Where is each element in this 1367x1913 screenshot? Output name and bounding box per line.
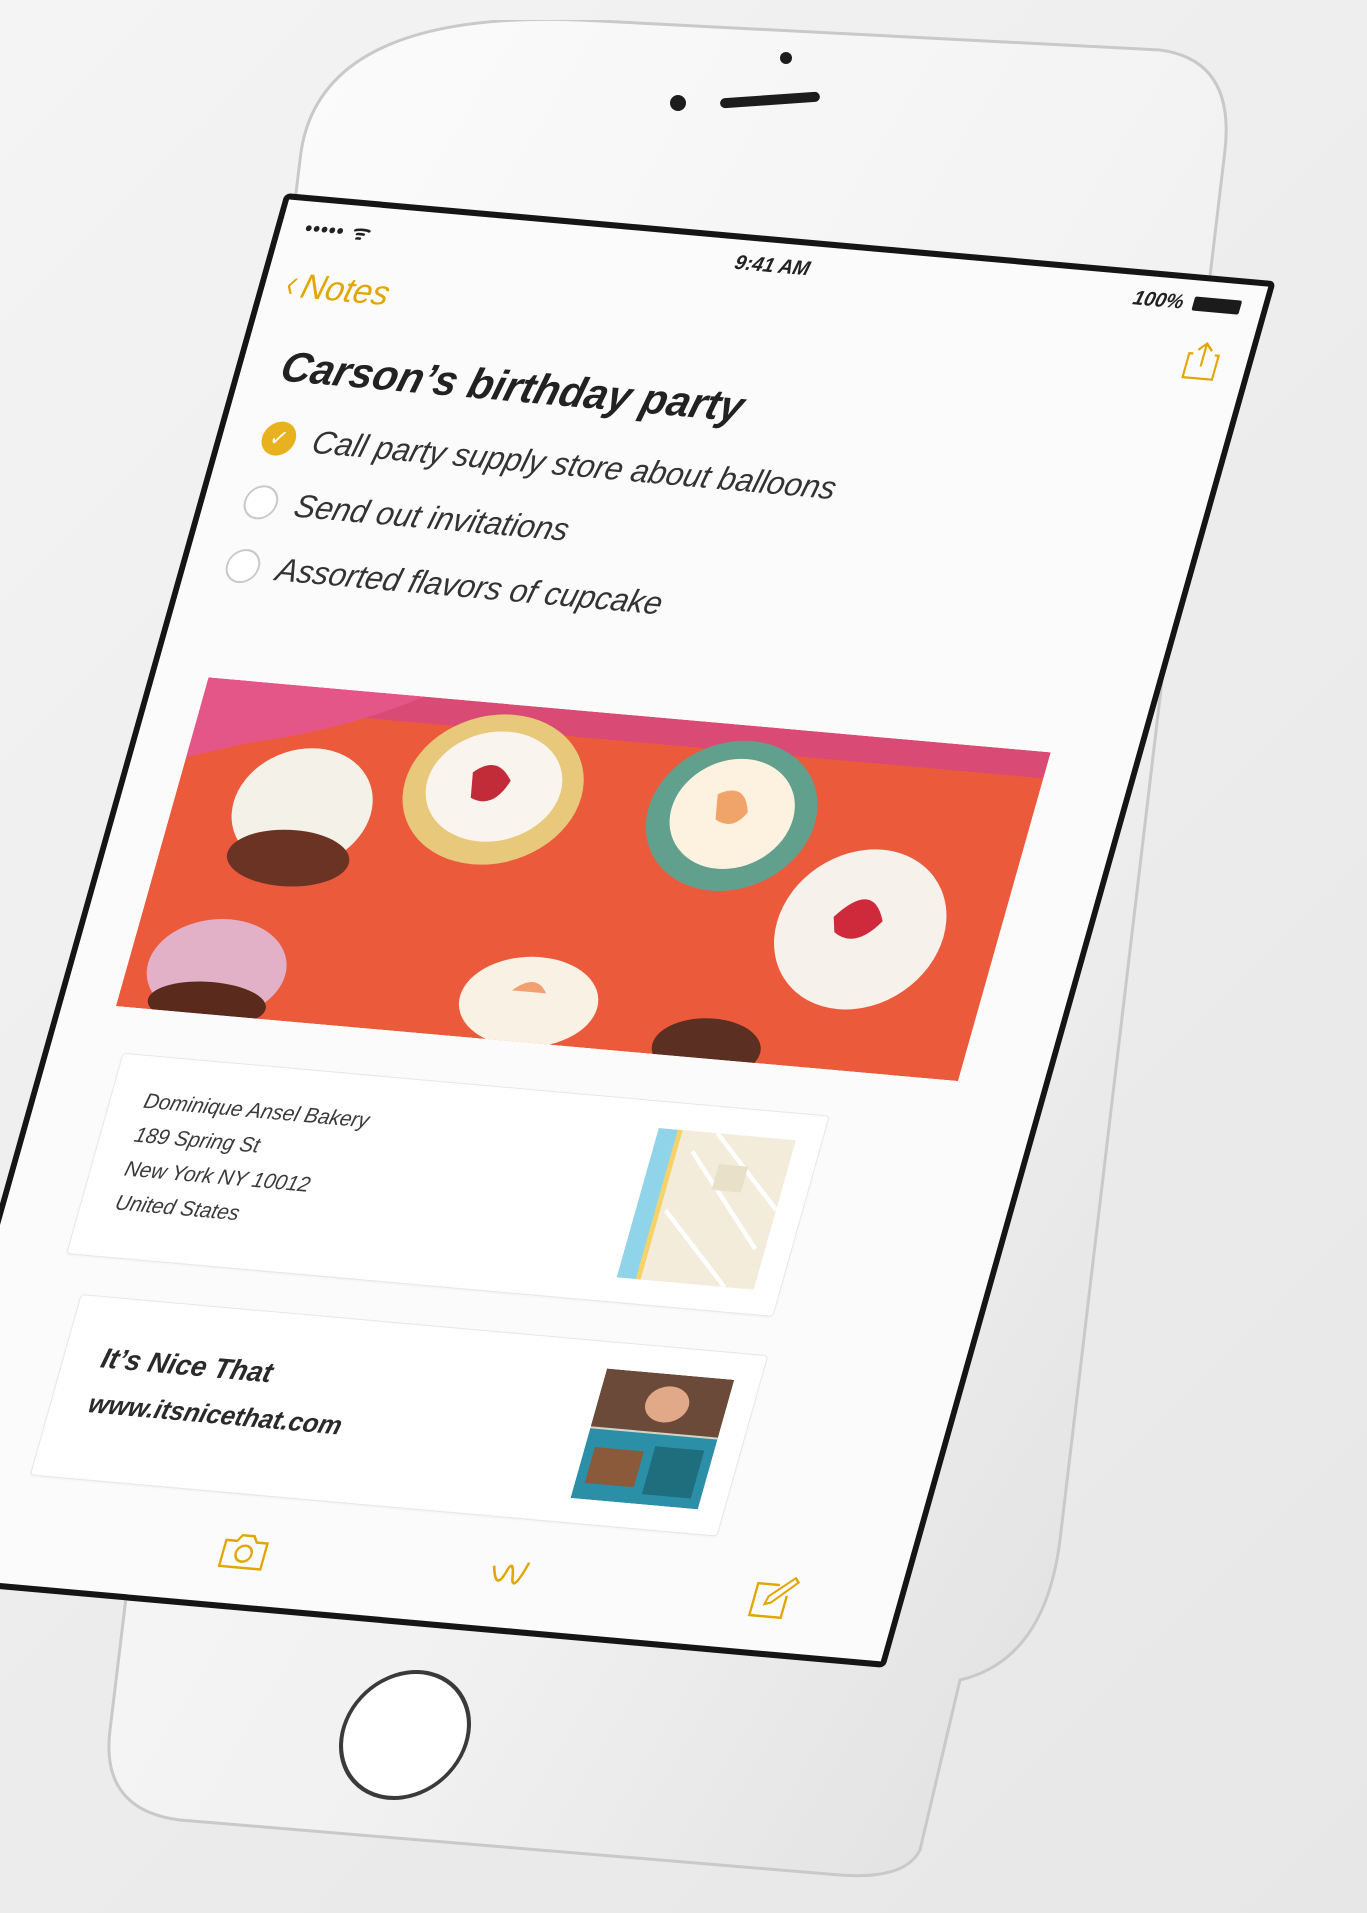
front-camera [670, 95, 686, 111]
share-icon[interactable] [1180, 339, 1225, 382]
location-card[interactable]: Dominique Ansel Bakery 189 Spring St New… [66, 1052, 830, 1317]
cupcakes-photo[interactable] [115, 677, 1051, 1082]
link-url[interactable]: www.itsnicethat.com [85, 1388, 346, 1441]
checkbox-circle-icon[interactable] [221, 547, 265, 585]
camera-icon[interactable] [213, 1524, 276, 1578]
link-title: It’s Nice That [97, 1342, 277, 1389]
compose-icon[interactable] [742, 1571, 805, 1625]
back-button[interactable]: ‹Notes [279, 261, 396, 315]
earpiece [719, 91, 821, 109]
checklist-label: Assorted flavors of cupcake [272, 550, 668, 621]
proximity-sensor [780, 52, 792, 64]
map-thumbnail[interactable] [616, 1128, 796, 1290]
checklist-label: Send out invitations [290, 486, 574, 548]
background: ••••• ᯤ 9:41 AM 100% ‹Notes Carson’s bir… [0, 0, 1367, 1913]
checklist-item[interactable]: Assorted flavors of cupcake [219, 538, 670, 631]
home-button[interactable] [336, 1661, 474, 1809]
back-label: Notes [296, 267, 395, 314]
battery-percent: 100% [1130, 287, 1187, 314]
checkmark-icon[interactable]: ✓ [257, 420, 301, 458]
link-thumbnail[interactable] [570, 1368, 735, 1510]
trash-icon[interactable] [0, 1500, 12, 1554]
sketch-icon[interactable] [477, 1547, 540, 1601]
checkbox-circle-icon[interactable] [239, 483, 283, 521]
screen: ••••• ᯤ 9:41 AM 100% ‹Notes Carson’s bir… [0, 193, 1276, 1668]
